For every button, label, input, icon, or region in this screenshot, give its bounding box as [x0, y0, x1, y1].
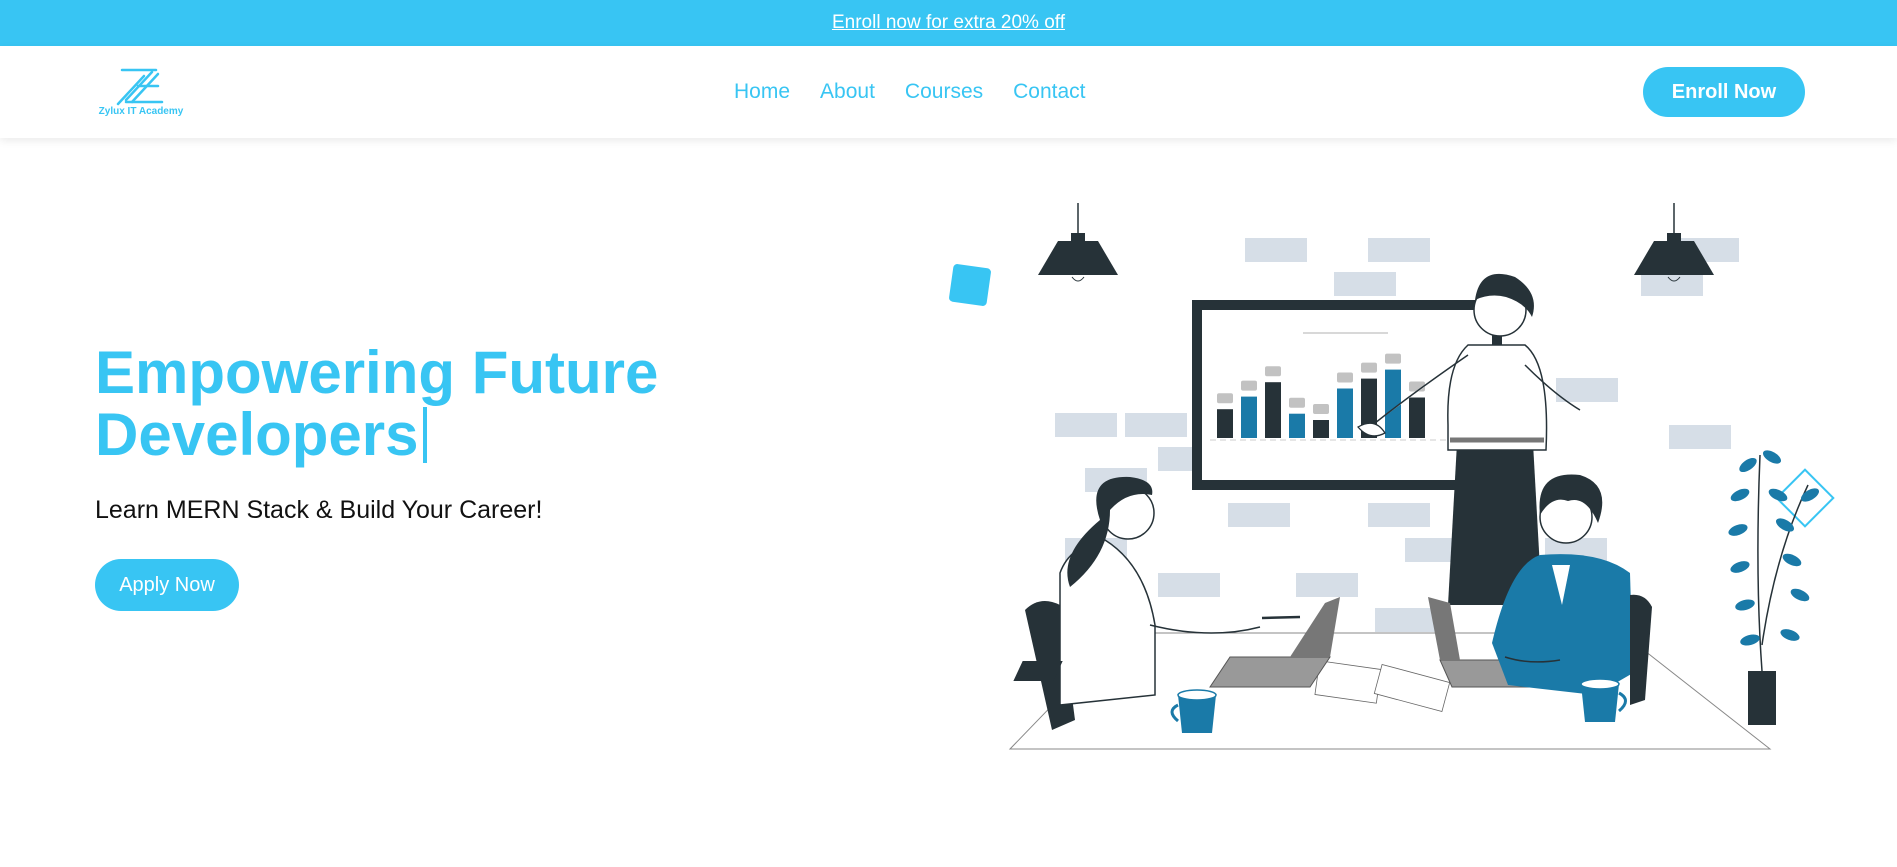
screen-chart-bar [1265, 382, 1281, 438]
promo-banner: Enroll now for extra 20% off [0, 0, 1897, 46]
screen-chart-bar [1385, 369, 1401, 438]
decor-square [949, 264, 991, 306]
navbar: Zylux IT Academy Home About Courses Cont… [0, 46, 1897, 138]
screen-chart-bar [1337, 388, 1353, 438]
promo-link[interactable]: Enroll now for extra 20% off [832, 12, 1065, 34]
typing-cursor [422, 407, 427, 463]
apply-now-button[interactable]: Apply Now [95, 559, 239, 611]
screen-chart-bubble [1313, 404, 1329, 414]
nav-item-home[interactable]: Home [734, 80, 790, 104]
screen-chart-bar [1313, 420, 1329, 438]
plant [1728, 450, 1820, 725]
enroll-now-button[interactable]: Enroll Now [1643, 67, 1805, 117]
nav-links: Home About Courses Contact [734, 46, 1086, 138]
brand-name: Zylux IT Academy [98, 106, 184, 117]
hero-title: Empowering Future Developers [95, 342, 835, 466]
screen-chart-bubble [1241, 380, 1257, 391]
screen-chart-bar [1241, 396, 1257, 438]
screen-chart-bubble [1361, 362, 1377, 373]
hero-illustration [949, 203, 1835, 750]
hero-subtitle: Learn MERN Stack & Build Your Career! [95, 496, 543, 524]
screen-chart-bubble [1217, 393, 1233, 404]
hero-title-line1: Empowering Future [95, 339, 659, 406]
screen-chart-bubble [1265, 366, 1281, 377]
logo[interactable]: Zylux IT Academy [96, 64, 186, 120]
screen-chart-bar [1217, 409, 1233, 438]
nav-item-courses[interactable]: Courses [905, 80, 983, 104]
nav-item-about[interactable]: About [820, 80, 875, 104]
nav-item-contact[interactable]: Contact [1013, 80, 1085, 104]
screen-chart-bubble [1385, 353, 1401, 364]
screen-chart-bar [1409, 397, 1425, 438]
hero-title-line2: Developers [95, 401, 419, 468]
logo-icon [116, 68, 164, 106]
screen-chart-bubble [1289, 397, 1305, 408]
screen-chart-bubble [1337, 372, 1353, 383]
lamp-left [1038, 203, 1118, 282]
screen-chart-bar [1289, 413, 1305, 438]
